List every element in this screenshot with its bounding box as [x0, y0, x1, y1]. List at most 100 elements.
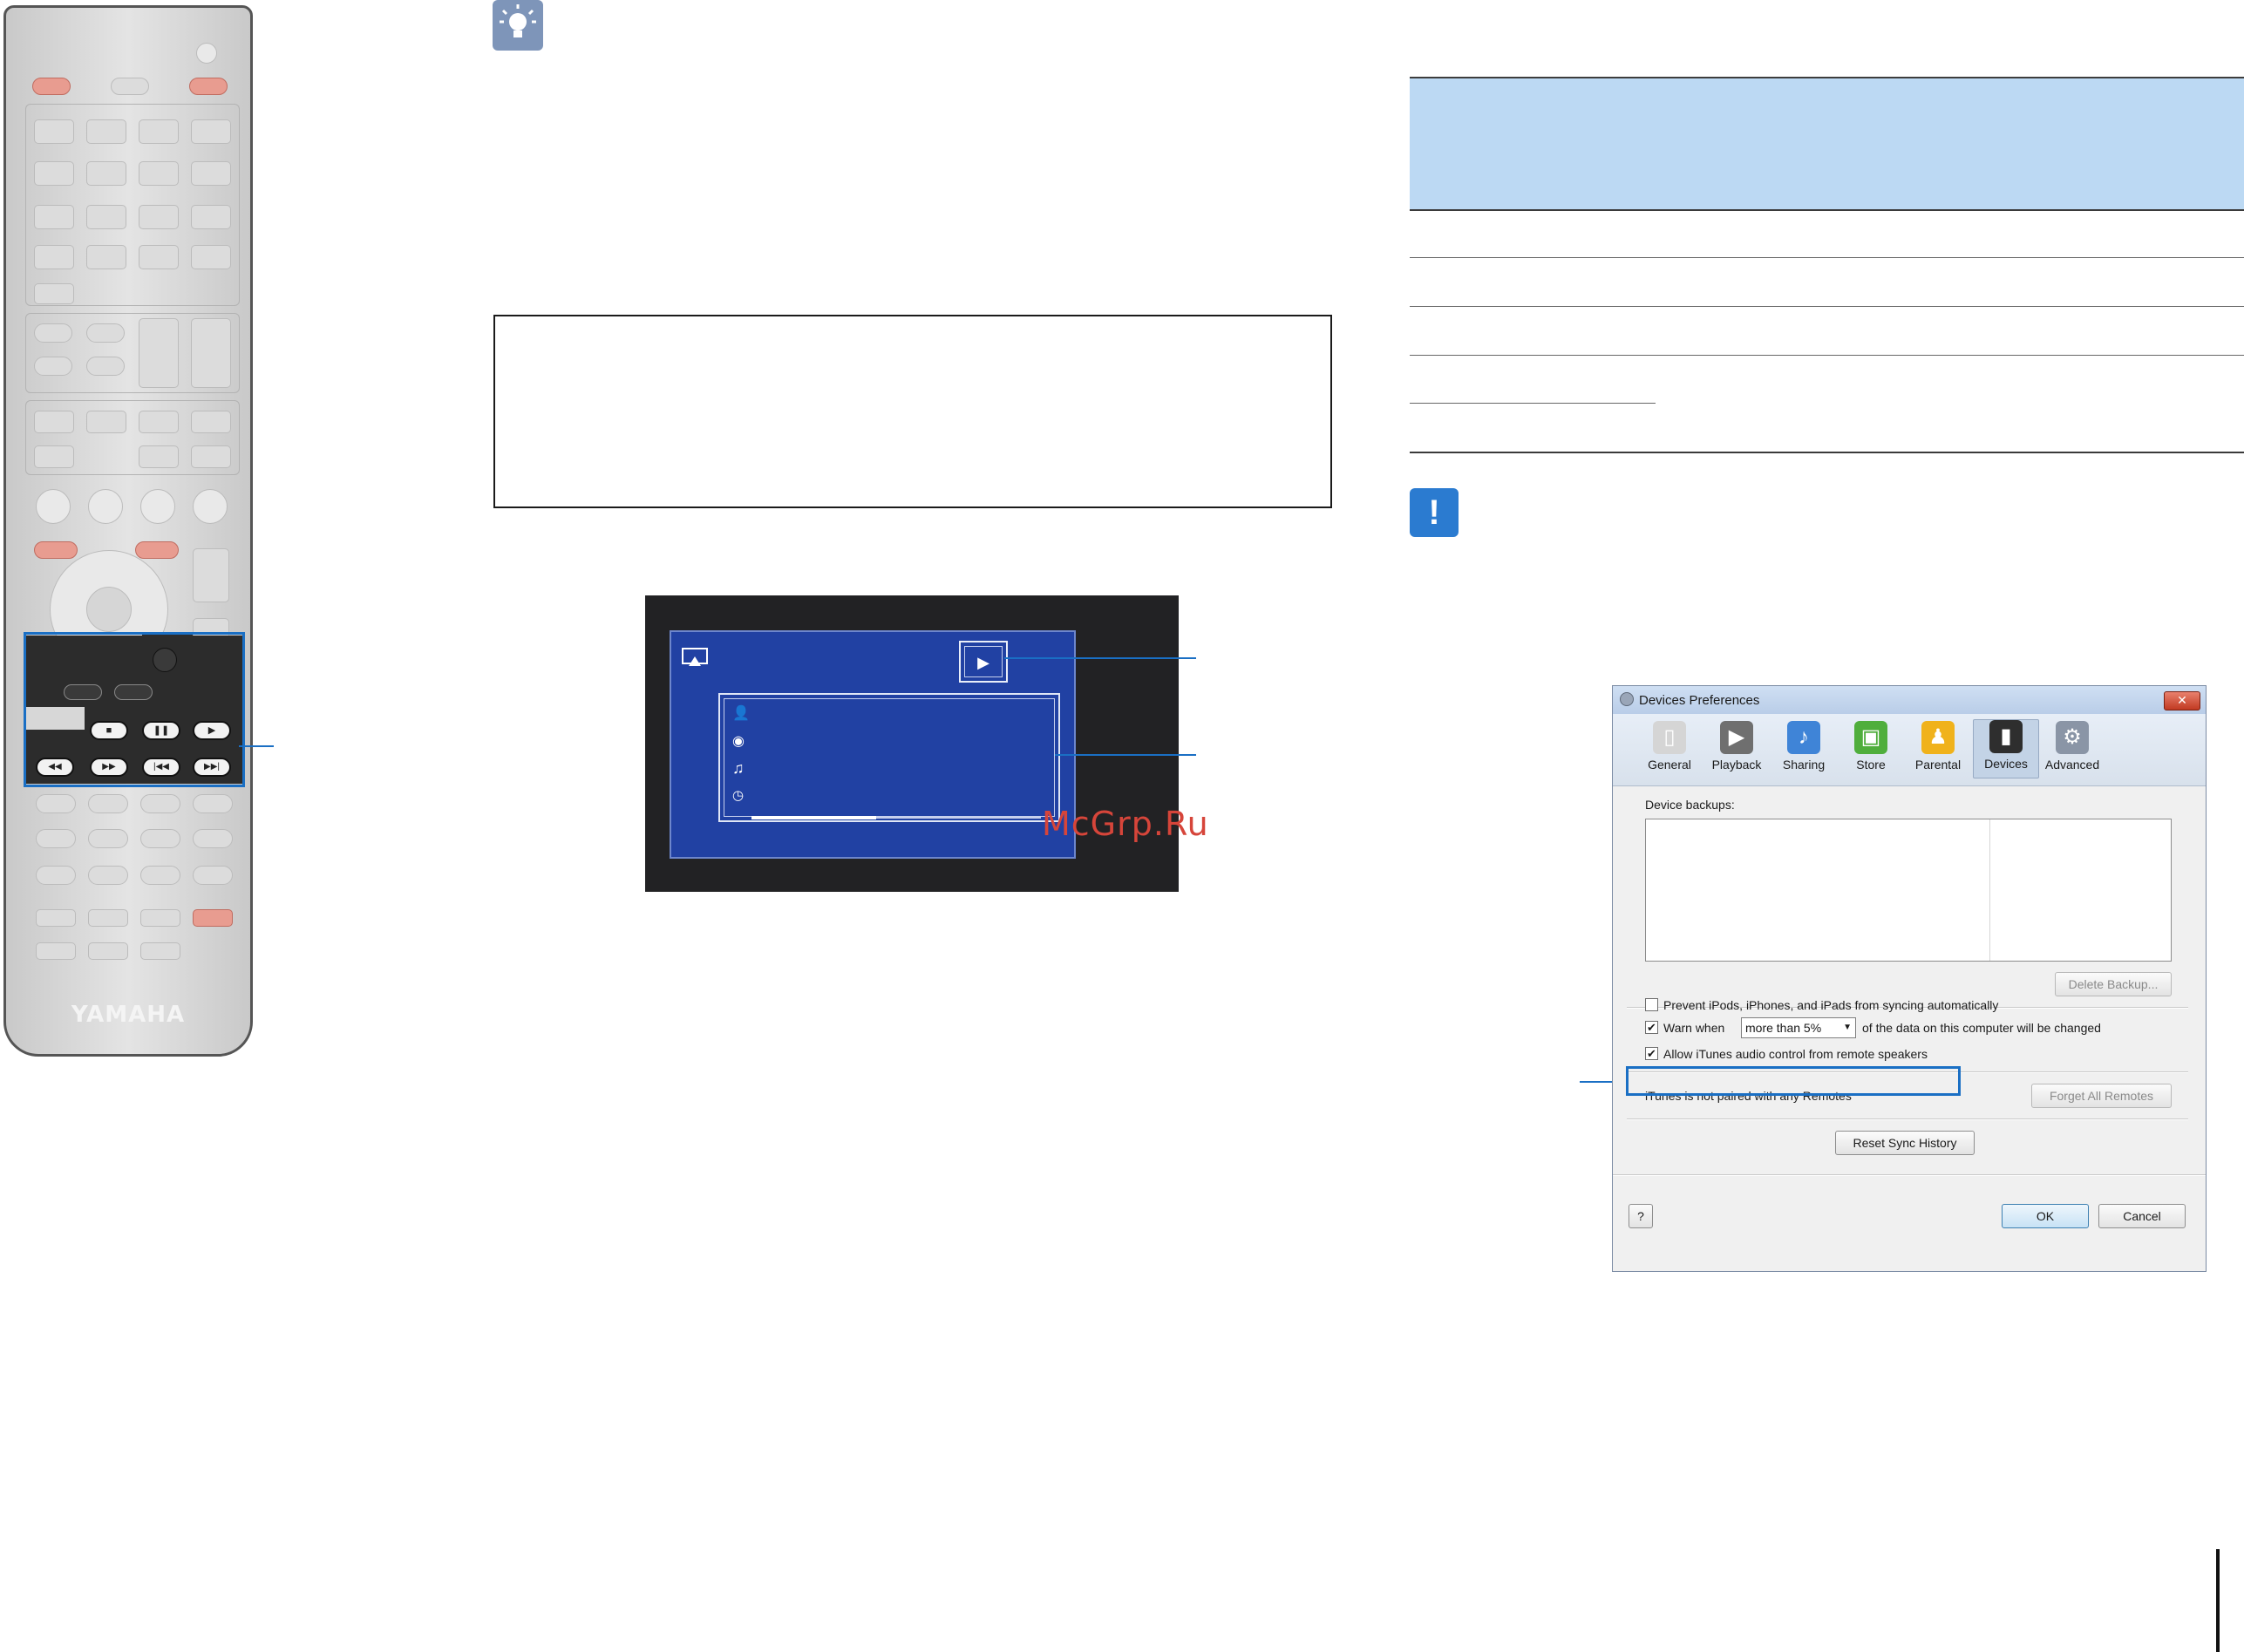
devices-pane: Device backups: Delete Backup... Prevent…	[1613, 785, 2206, 1271]
itunes-app-icon	[1620, 692, 1634, 706]
parental-icon: ♟	[1921, 721, 1955, 754]
remote-btn	[34, 357, 72, 376]
remote-callout-line	[239, 745, 274, 747]
remote-btn	[139, 119, 179, 144]
caution-exclamation-icon: !	[1410, 488, 1459, 537]
advanced-gear-icon: ⚙	[2056, 721, 2089, 754]
elapsed-time-icon: ◷	[732, 788, 745, 803]
prevent-sync-checkbox[interactable]	[1645, 998, 1658, 1011]
reset-sync-history-button[interactable]: Reset Sync History	[1835, 1131, 1975, 1155]
remote-source-button	[111, 78, 149, 95]
remote-btn	[140, 829, 180, 848]
toolbar-tab-label: General	[1648, 758, 1691, 772]
remote-btn	[24, 707, 85, 730]
toolbar-tab-label: Store	[1856, 758, 1886, 772]
device-backups-list[interactable]	[1645, 819, 2172, 962]
forget-all-remotes-button[interactable]: Forget All Remotes	[2031, 1084, 2172, 1108]
remote-btn	[191, 161, 231, 186]
remote-btn	[114, 684, 153, 700]
devices-iphone-icon: ▮	[1989, 720, 2023, 753]
remote-power-button-right	[189, 78, 228, 95]
table-rule	[1410, 452, 2244, 453]
table-rule	[1410, 355, 2244, 356]
toolbar-tab-label: Playback	[1711, 758, 1762, 772]
remote-round-btn	[140, 489, 175, 524]
remote-btn	[191, 411, 231, 433]
remote-skip-back-icon: |◀◀	[142, 758, 180, 777]
song-icon: ♫	[732, 759, 745, 777]
remote-btn	[139, 245, 179, 269]
remote-btn	[139, 161, 179, 186]
remote-btn	[135, 541, 179, 559]
ok-button[interactable]: OK	[2002, 1204, 2089, 1228]
remote-btn	[34, 245, 74, 269]
tv-screen-illustration: ▶ 👤 ◉ ♫ ◷	[645, 595, 1179, 892]
remote-dark-round-button	[153, 648, 177, 672]
playback-progress-fill	[751, 816, 876, 819]
toolbar-tab-playback[interactable]: ▶ Playback	[1704, 721, 1769, 772]
remote-btn	[34, 161, 74, 186]
remote-enter-button	[86, 587, 132, 632]
toolbar-tab-devices[interactable]: ▮ Devices	[1973, 719, 2039, 778]
playback-icon: ▶	[1720, 721, 1753, 754]
table-rule	[1410, 209, 2244, 211]
remote-btn	[140, 866, 180, 885]
toolbar-tab-store[interactable]: ▣ Store	[1839, 721, 1903, 772]
separator	[1613, 1174, 2206, 1176]
remote-indicator-icon	[196, 43, 217, 64]
remote-btn	[36, 794, 76, 813]
toolbar-tab-sharing[interactable]: ♪ Sharing	[1771, 721, 1836, 772]
dialog-title: Devices Preferences	[1639, 693, 1760, 708]
preferences-toolbar: ▯ General ▶ Playback ♪ Sharing ▣ Store ♟ Parental…	[1613, 714, 2206, 786]
help-button[interactable]: ?	[1629, 1204, 1653, 1228]
remote-btn	[193, 866, 233, 885]
toolbar-tab-label: Sharing	[1782, 758, 1826, 772]
playback-status-frame: ▶	[959, 641, 1008, 683]
toolbar-tab-advanced[interactable]: ⚙ Advanced	[2040, 721, 2105, 772]
remote-round-btn	[193, 489, 228, 524]
track-info-inner	[724, 698, 1055, 817]
allow-remote-checkbox[interactable]: ✔	[1645, 1047, 1658, 1060]
dialog-titlebar: Devices Preferences ✕	[1613, 686, 2206, 715]
toolbar-tab-general[interactable]: ▯ General	[1637, 721, 1702, 772]
remote-btn	[191, 245, 231, 269]
remote-btn	[88, 909, 128, 927]
close-icon[interactable]: ✕	[2164, 691, 2200, 710]
remote-btn	[34, 323, 72, 343]
allow-remote-check-mark: ✔	[1647, 1047, 1656, 1060]
track-info-frame: 👤 ◉ ♫ ◷	[718, 693, 1060, 822]
remote-btn	[88, 829, 128, 848]
table-rule-short	[1410, 403, 1656, 404]
toolbar-tab-label: Devices	[1984, 757, 2028, 771]
artist-icon: 👤	[732, 706, 750, 721]
remote-btn	[34, 205, 74, 229]
cancel-button[interactable]: Cancel	[2098, 1204, 2186, 1228]
warn-threshold-value: more than 5%	[1745, 1021, 1822, 1035]
remote-btn	[34, 119, 74, 144]
remote-btn	[191, 205, 231, 229]
remote-stop-icon: ■	[90, 721, 128, 740]
toolbar-tab-label: Parental	[1914, 758, 1962, 772]
remote-pause-icon: ❚❚	[142, 721, 180, 740]
remote-btn	[34, 283, 74, 304]
remote-skip-forward-icon: ▶▶|	[193, 758, 231, 777]
remote-btn	[140, 942, 180, 960]
devices-preferences-dialog: Devices Preferences ✕ ▯ General ▶ Playback ♪…	[1612, 685, 2207, 1272]
remote-btn	[139, 205, 179, 229]
delete-backup-button[interactable]: Delete Backup...	[2055, 972, 2172, 996]
toolbar-tab-parental[interactable]: ♟ Parental	[1906, 721, 1970, 772]
remote-btn	[193, 829, 233, 848]
remote-rewind-icon: ◀◀	[36, 758, 74, 777]
remote-volume-rocker	[139, 318, 179, 388]
remote-control-illustration: ■ ❚❚ ▶ ◀◀ ▶▶ |◀◀ ▶▶| YAMAHA	[3, 5, 253, 1057]
remote-btn	[191, 119, 231, 144]
remote-btn	[88, 794, 128, 813]
warn-threshold-select[interactable]: more than 5% ▼	[1741, 1017, 1856, 1038]
note-box	[493, 315, 1332, 508]
sharing-icon: ♪	[1787, 721, 1820, 754]
warn-when-check-mark: ✔	[1647, 1021, 1656, 1034]
airplay-icon	[682, 648, 708, 670]
remote-btn	[86, 411, 126, 433]
remote-btn	[36, 942, 76, 960]
warn-when-checkbox[interactable]: ✔	[1645, 1021, 1658, 1034]
